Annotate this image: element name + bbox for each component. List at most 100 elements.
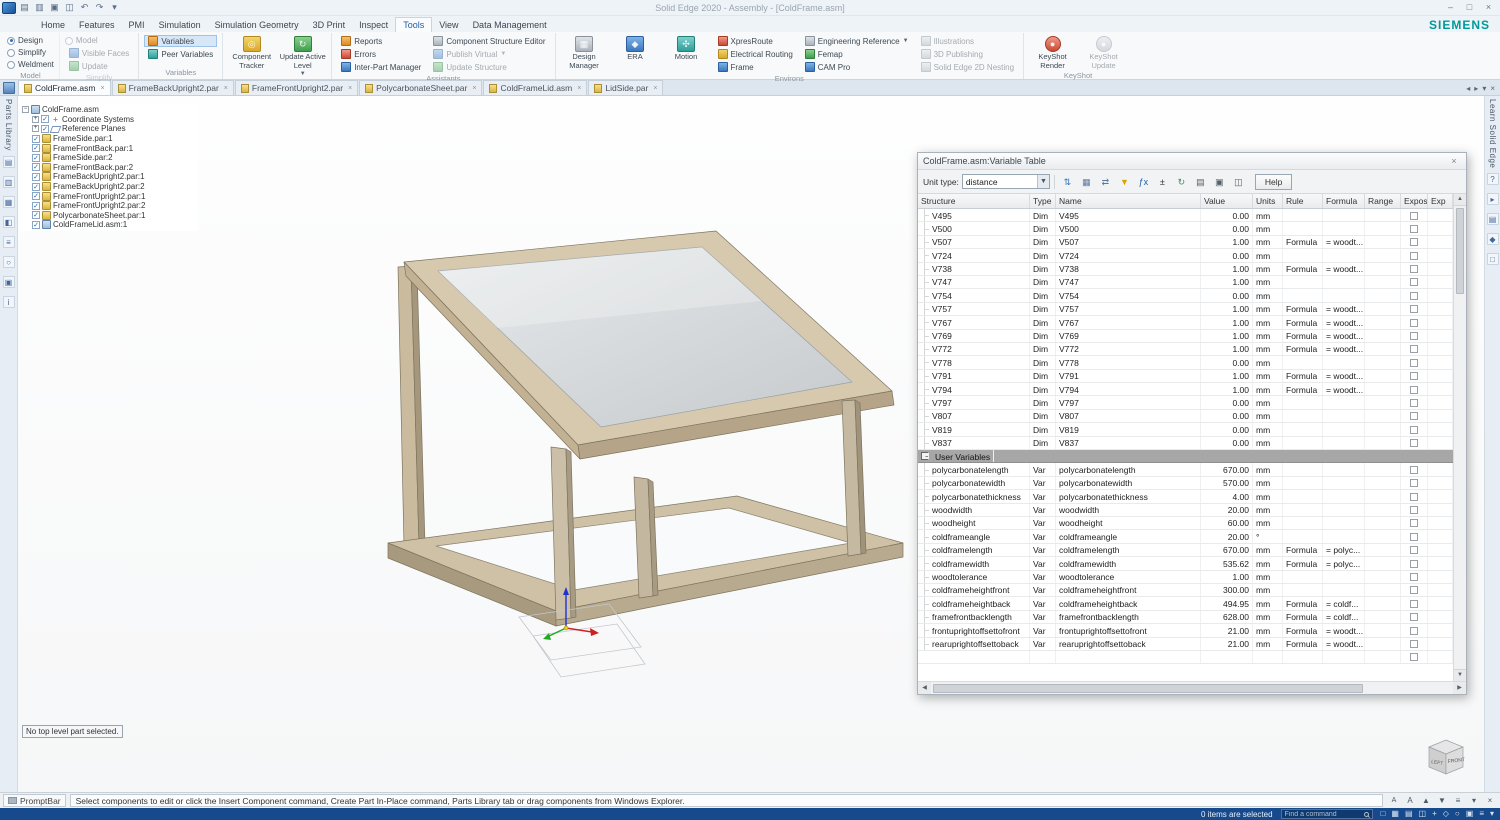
cell-expose[interactable] [1401, 343, 1428, 355]
document-tab[interactable]: ColdFrameLid.asm× [483, 80, 587, 95]
cell-exp[interactable] [1428, 571, 1453, 583]
cell-formula[interactable] [1323, 423, 1365, 435]
tree-item[interactable]: ✓FrameFrontUpright2.par:1 [22, 191, 196, 201]
cell-units[interactable]: mm [1253, 276, 1283, 288]
cell-name[interactable]: V757 [1056, 303, 1201, 315]
cell-value[interactable]: 0.00 [1201, 289, 1253, 301]
cell-value[interactable]: 1.00 [1201, 330, 1253, 342]
variable-row[interactable]: framefrontbacklengthVarframefrontbacklen… [918, 611, 1453, 624]
variable-row[interactable]: V791DimV7911.00mmFormula= woodt... [918, 370, 1453, 383]
cell-expose[interactable] [1401, 396, 1428, 408]
cell-formula[interactable] [1323, 571, 1365, 583]
cell-name[interactable]: coldframeangle [1056, 530, 1201, 542]
cell-structure[interactable]: rearuprightoffsettoback [918, 638, 1030, 650]
cell-exp[interactable] [1428, 236, 1453, 248]
cell-type[interactable]: Var [1030, 463, 1056, 475]
cell-type[interactable]: Dim [1030, 209, 1056, 221]
cell-exp[interactable] [1428, 504, 1453, 516]
cell-expose[interactable] [1401, 437, 1428, 449]
cell-structure[interactable]: V507 [918, 236, 1030, 248]
cell-exp[interactable] [1428, 343, 1453, 355]
cell-value[interactable]: 494.95 [1201, 597, 1253, 609]
cell-type[interactable]: Dim [1030, 396, 1056, 408]
pathfinder-icon[interactable]: ▤ [3, 156, 15, 168]
cell-formula[interactable] [1323, 209, 1365, 221]
data-grid-icon[interactable]: ▦ [1078, 173, 1095, 190]
update-active-level-button[interactable]: ↻Update Active Level▼ [279, 34, 326, 78]
cell-value[interactable]: 1.00 [1201, 303, 1253, 315]
prompt-next-icon[interactable]: ▼ [1435, 794, 1449, 807]
femap-button[interactable]: Femap [801, 48, 913, 60]
cell-type[interactable]: Dim [1030, 330, 1056, 342]
cell-expose[interactable] [1401, 209, 1428, 221]
cell-units[interactable]: mm [1253, 316, 1283, 328]
cell-formula[interactable]: = woodt... [1323, 343, 1365, 355]
variable-row[interactable]: V507DimV5071.00mmFormula= woodt... [918, 236, 1453, 249]
parts-library-icon[interactable]: ▥ [3, 176, 15, 188]
cell-name[interactable]: rearuprightoffsettoback [1056, 638, 1201, 650]
cell-structure[interactable]: V724 [918, 249, 1030, 261]
new-document-icon[interactable]: ▤ [18, 1, 31, 14]
cell-units[interactable]: mm [1253, 209, 1283, 221]
cell-rule[interactable] [1283, 504, 1323, 516]
column-header-name[interactable]: Name [1056, 194, 1201, 208]
cell-expose[interactable] [1401, 383, 1428, 395]
cell-structure[interactable]: V747 [918, 276, 1030, 288]
variable-row[interactable]: V778DimV7780.00mm [918, 356, 1453, 369]
cell-value[interactable]: 670.00 [1201, 463, 1253, 475]
cell-range[interactable] [1365, 209, 1401, 221]
cell-expose[interactable] [1401, 410, 1428, 422]
cell-exp[interactable] [1428, 356, 1453, 368]
column-header-range[interactable]: Range [1365, 194, 1401, 208]
cell-formula[interactable]: = woodt... [1323, 624, 1365, 636]
cell-range[interactable] [1365, 638, 1401, 650]
variable-row[interactable]: woodtoleranceVarwoodtolerance1.00mm [918, 571, 1453, 584]
variables-button[interactable]: Variables [144, 35, 217, 47]
tree-item[interactable]: ✓FrameFrontBack.par:2 [22, 163, 196, 173]
cell-expose[interactable] [1401, 557, 1428, 569]
promptbar-collapse-icon[interactable]: ▾ [1467, 794, 1481, 807]
update-structure-button[interactable]: Update Structure [429, 61, 549, 73]
refresh-icon[interactable]: ↻ [1173, 173, 1190, 190]
cell-expose[interactable] [1401, 356, 1428, 368]
expose-checkbox[interactable] [1410, 412, 1418, 420]
cell-range[interactable] [1365, 584, 1401, 596]
variable-row[interactable]: V837DimV8370.00mm [918, 437, 1453, 450]
xpresroute-button[interactable]: XpresRoute [714, 35, 797, 47]
goto-variable-icon[interactable]: ⇄ [1097, 173, 1114, 190]
open-icon[interactable]: ▥ [33, 1, 46, 14]
engineering-reference-button[interactable]: Engineering Reference▼ [801, 35, 913, 47]
cell-value[interactable]: 670.00 [1201, 544, 1253, 556]
variable-row[interactable]: V500DimV5000.00mm [918, 222, 1453, 235]
cell-value[interactable]: 0.00 [1201, 396, 1253, 408]
close-document-icon[interactable]: × [1490, 84, 1495, 93]
cell-name[interactable]: woodtolerance [1056, 571, 1201, 583]
cell-structure[interactable]: coldframewidth [918, 557, 1030, 569]
expose-checkbox[interactable] [1410, 399, 1418, 407]
selection-tools-icon[interactable]: ▣ [3, 276, 15, 288]
cell-value[interactable]: 535.62 [1201, 557, 1253, 569]
close-button[interactable]: × [1479, 1, 1498, 15]
cell-name[interactable]: V807 [1056, 410, 1201, 422]
close-tab-icon[interactable]: × [224, 85, 228, 92]
tree-item[interactable]: ✓FrameFrontBack.par:1 [22, 143, 196, 153]
cell-range[interactable] [1365, 597, 1401, 609]
cell-units[interactable]: mm [1253, 289, 1283, 301]
document-tab[interactable]: LidSide.par× [588, 80, 663, 95]
variable-row[interactable]: polycarbonatewidthVarpolycarbonatewidth5… [918, 477, 1453, 490]
expander-icon[interactable]: + [32, 125, 39, 132]
cell-structure[interactable]: V754 [918, 289, 1030, 301]
variable-row[interactable]: polycarbonatelengthVarpolycarbonatelengt… [918, 463, 1453, 476]
keyshot-render-button[interactable]: ●KeyShot Render [1029, 34, 1076, 70]
column-header-structure[interactable]: Structure [918, 194, 1030, 208]
variable-table-titlebar[interactable]: ColdFrame.asm:Variable Table × [918, 153, 1466, 170]
variable-row[interactable]: coldframeheightfrontVarcoldframeheightfr… [918, 584, 1453, 597]
cell-units[interactable]: mm [1253, 330, 1283, 342]
cell-structure[interactable]: woodwidth [918, 504, 1030, 516]
cell-type[interactable]: Dim [1030, 303, 1056, 315]
cell-rule[interactable]: Formula [1283, 611, 1323, 623]
cell-value[interactable]: 21.00 [1201, 638, 1253, 650]
cell-range[interactable] [1365, 236, 1401, 248]
cell-formula[interactable]: = woodt... [1323, 303, 1365, 315]
tree-item[interactable]: ✓PolycarbonateSheet.par:1 [22, 211, 196, 221]
